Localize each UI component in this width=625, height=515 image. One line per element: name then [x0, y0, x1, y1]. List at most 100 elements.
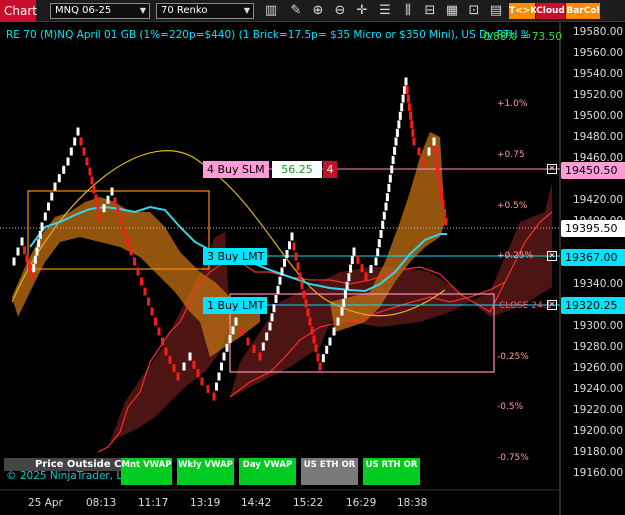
up-brick — [395, 128, 399, 137]
cancel-order-icon[interactable]: ✕ — [547, 164, 557, 174]
up-brick — [270, 313, 274, 322]
strategies-icon[interactable]: ⫼ — [399, 2, 417, 20]
up-brick — [225, 343, 229, 352]
up-brick — [265, 332, 269, 341]
crosshair-icon[interactable]: ✛ — [353, 2, 371, 20]
calendar-icon[interactable]: ▦ — [443, 2, 461, 20]
up-brick — [50, 192, 54, 201]
up-brick — [345, 281, 349, 290]
down-brick — [444, 217, 448, 226]
time-tick: 15:22 — [293, 497, 324, 509]
cancel-order-icon[interactable]: ✕ — [547, 251, 557, 261]
sell-target-price-tag: 19450.50 — [561, 162, 625, 179]
up-brick — [280, 267, 284, 276]
up-brick — [69, 147, 73, 156]
down-brick — [406, 94, 410, 103]
zoom-in-icon[interactable]: ⊕ — [309, 2, 327, 20]
down-brick — [252, 345, 256, 353]
us-eth-or-button[interactable]: US ETH OR — [301, 458, 358, 485]
down-brick — [96, 203, 100, 212]
down-brick — [246, 337, 250, 346]
up-brick — [182, 362, 186, 371]
up-brick — [47, 202, 50, 211]
up-brick — [328, 337, 332, 346]
up-brick — [349, 264, 353, 273]
pct-level: +1.0% — [497, 99, 528, 109]
down-brick — [318, 362, 322, 371]
up-brick — [234, 317, 238, 326]
time-tick: 11:17 — [138, 497, 169, 509]
down-brick — [90, 176, 94, 185]
up-brick — [397, 120, 401, 129]
down-brick — [136, 267, 140, 276]
up-brick — [217, 372, 221, 381]
indicators-icon[interactable]: ☰ — [376, 2, 394, 20]
buy-lmt3-price-tag: 19367.00 — [561, 249, 625, 266]
chart-panel[interactable]: RE 70 (M)NQ April 01 GB (1%=220p=$440) (… — [0, 22, 625, 515]
price-tick: 19500.00 — [573, 110, 624, 122]
chart-trader-icon[interactable]: ⊟ — [421, 2, 439, 20]
price-plot[interactable] — [0, 22, 625, 515]
down-brick — [310, 326, 314, 335]
buy-slm-order-qty[interactable]: 4 — [323, 161, 337, 178]
up-brick — [73, 137, 77, 146]
down-brick — [140, 277, 143, 286]
up-brick — [228, 335, 232, 343]
buy-slm-order-label[interactable]: 4 Buy SLM — [203, 161, 269, 178]
down-brick — [412, 137, 416, 146]
up-brick — [283, 258, 286, 267]
up-brick — [16, 247, 20, 256]
up-brick — [274, 295, 278, 303]
pct-level: -0.25% — [497, 352, 529, 362]
up-brick — [215, 382, 218, 391]
down-brick — [405, 86, 409, 95]
monthly-vwap-button[interactable]: Mnt VWAP — [121, 458, 172, 485]
buy-lmt1-price-tag: 19320.25 — [561, 297, 625, 314]
down-brick — [113, 197, 117, 206]
chart-tab[interactable]: Chart — [0, 0, 37, 22]
weekly-vwap-button[interactable]: Wkly VWAP — [177, 458, 234, 485]
price-tick: 19280.00 — [573, 341, 624, 353]
template-icon[interactable]: ▤ — [487, 2, 505, 20]
cancel-order-icon[interactable]: ✕ — [547, 300, 557, 310]
pct-level: +0.5% — [497, 201, 528, 211]
up-brick — [278, 276, 282, 285]
down-brick — [119, 217, 123, 226]
down-brick — [434, 155, 438, 164]
barcol-button[interactable]: BarCol — [566, 3, 600, 19]
up-brick — [290, 232, 294, 241]
down-brick — [85, 157, 89, 166]
lock-icon[interactable]: ⊡ — [465, 2, 483, 20]
price-tick: 19240.00 — [573, 383, 624, 395]
day-vwap-button[interactable]: Day VWAP — [239, 458, 296, 485]
us-rth-or-button[interactable]: US RTH OR — [363, 458, 420, 485]
bar-chart-icon[interactable]: ▥ — [262, 2, 280, 20]
down-brick — [164, 347, 168, 356]
down-brick — [212, 392, 216, 401]
pct-level: +0.25% — [497, 251, 534, 261]
up-brick — [261, 342, 265, 351]
down-brick — [360, 264, 364, 273]
buy-lmt1-order-label[interactable]: 1 Buy LMT — [203, 297, 267, 314]
price-tick: 19300.00 — [573, 320, 624, 332]
up-brick — [53, 182, 57, 191]
bar-type-selector[interactable]: 70 Renko ▼ — [156, 3, 254, 19]
price-tick: 19260.00 — [573, 362, 624, 374]
instrument-selector[interactable]: MNQ 06-25 ▼ — [50, 3, 150, 19]
pencil-icon[interactable]: ✎ — [287, 2, 305, 20]
down-brick — [356, 255, 360, 264]
buy-lmt3-order-label[interactable]: 3 Buy LMT — [203, 248, 267, 265]
price-tick: 19540.00 — [573, 68, 624, 80]
down-brick — [143, 287, 147, 296]
up-brick — [321, 354, 325, 363]
cloud-button[interactable]: Cloud — [536, 3, 565, 19]
down-brick — [438, 182, 442, 191]
up-brick — [102, 204, 106, 213]
zoom-out-icon[interactable]: ⊖ — [331, 2, 349, 20]
down-brick — [407, 103, 411, 112]
close-level-label: CLOSE 24.1 — [499, 301, 552, 311]
up-brick — [374, 257, 378, 266]
tk-button[interactable]: T<>K — [509, 3, 537, 19]
buy-slm-order-price[interactable]: 56.25 — [272, 161, 322, 178]
down-brick — [409, 111, 413, 120]
